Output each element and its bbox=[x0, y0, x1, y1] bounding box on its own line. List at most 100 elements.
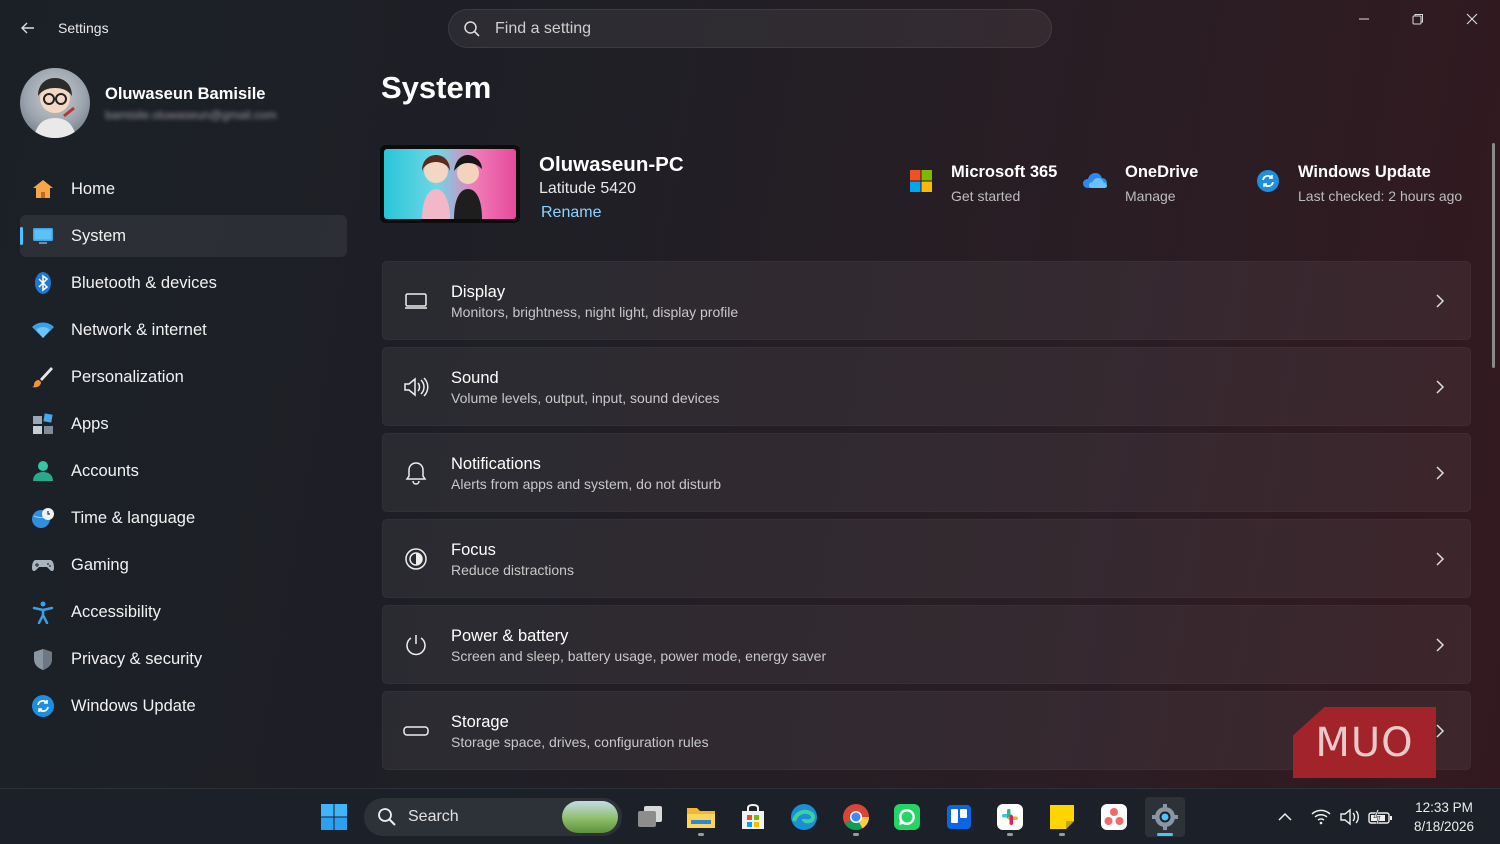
chrome-icon bbox=[843, 804, 870, 831]
settings-search[interactable] bbox=[448, 9, 1052, 48]
rename-link[interactable]: Rename bbox=[541, 204, 601, 222]
search-icon bbox=[378, 808, 396, 826]
chevron-right-icon bbox=[1432, 634, 1448, 656]
sticky-notes-button[interactable] bbox=[1042, 797, 1082, 837]
brush-icon bbox=[30, 364, 56, 390]
running-indicator bbox=[1059, 833, 1065, 836]
sidebar-item-label: Gaming bbox=[71, 555, 129, 574]
app-title: Settings bbox=[58, 20, 109, 36]
muo-watermark: MUO bbox=[1293, 707, 1436, 778]
card-subtitle: Screen and sleep, battery usage, power m… bbox=[451, 648, 827, 664]
store-button[interactable] bbox=[733, 797, 773, 837]
chrome-button[interactable] bbox=[836, 797, 876, 837]
file-explorer-icon bbox=[687, 808, 715, 828]
quick-link-title: Microsoft 365 bbox=[951, 163, 1058, 181]
close-button[interactable] bbox=[1445, 0, 1499, 38]
edge-icon bbox=[791, 804, 817, 830]
slack-icon bbox=[997, 804, 1023, 830]
file-explorer-button[interactable] bbox=[681, 797, 721, 837]
taskbar-clock[interactable]: 12:33 PM 8/18/2026 bbox=[1400, 798, 1488, 836]
close-icon bbox=[1466, 13, 1478, 25]
quick-link-subtitle: Last checked: 2 hours ago bbox=[1298, 188, 1463, 204]
chevron-right-icon bbox=[1432, 290, 1448, 312]
battery-status[interactable] bbox=[1363, 797, 1399, 837]
asana-button[interactable] bbox=[1094, 797, 1134, 837]
sidebar-item-bluetooth[interactable]: Bluetooth & devices bbox=[20, 262, 347, 304]
minimize-icon bbox=[1359, 18, 1369, 20]
sidebar-item-windows-update[interactable]: Windows Update bbox=[20, 685, 347, 727]
sidebar-item-gaming[interactable]: Gaming bbox=[20, 544, 347, 586]
card-display[interactable]: Display Monitors, brightness, night ligh… bbox=[382, 261, 1471, 340]
card-title: Focus bbox=[451, 541, 496, 559]
sidebar-item-label: Home bbox=[71, 179, 116, 198]
chevron-right-icon bbox=[1432, 462, 1448, 484]
card-notifications[interactable]: Notifications Alerts from apps and syste… bbox=[382, 433, 1471, 512]
user-profile[interactable]: Oluwaseun Bamisile bamisile.oluwaseun@gm… bbox=[20, 68, 340, 140]
sidebar-item-label: Personalization bbox=[71, 367, 184, 386]
start-button[interactable] bbox=[314, 797, 354, 837]
quick-link-onedrive[interactable]: OneDrive Manage bbox=[1082, 160, 1242, 210]
card-subtitle: Monitors, brightness, night light, displ… bbox=[451, 304, 739, 320]
sidebar-item-apps[interactable]: Apps bbox=[20, 403, 347, 445]
cloud-icon bbox=[1082, 168, 1108, 194]
whatsapp-button[interactable] bbox=[887, 797, 927, 837]
windows-logo-icon bbox=[321, 804, 347, 830]
avatar[interactable] bbox=[20, 68, 90, 138]
microsoft-logo-icon bbox=[908, 168, 934, 194]
sidebar-item-time-language[interactable]: Time & language bbox=[20, 497, 347, 539]
scrollbar-thumb[interactable] bbox=[1492, 143, 1495, 368]
card-focus[interactable]: Focus Reduce distractions bbox=[382, 519, 1471, 598]
bell-icon bbox=[403, 460, 429, 486]
task-view-button[interactable] bbox=[630, 797, 670, 837]
sidebar-item-accounts[interactable]: Accounts bbox=[20, 450, 347, 492]
settings-list: Display Monitors, brightness, night ligh… bbox=[382, 261, 1471, 777]
shield-icon bbox=[30, 646, 56, 672]
back-button[interactable] bbox=[14, 14, 42, 42]
taskbar-search[interactable]: Search bbox=[364, 798, 622, 836]
sidebar-item-label: Windows Update bbox=[71, 696, 196, 715]
slack-button[interactable] bbox=[990, 797, 1030, 837]
card-sound[interactable]: Sound Volume levels, output, input, soun… bbox=[382, 347, 1471, 426]
sidebar-item-label: Time & language bbox=[71, 508, 196, 527]
quick-link-subtitle: Manage bbox=[1125, 188, 1176, 204]
gamepad-icon bbox=[30, 552, 56, 578]
card-power-battery[interactable]: Power & battery Screen and sleep, batter… bbox=[382, 605, 1471, 684]
trello-button[interactable] bbox=[939, 797, 979, 837]
minimize-button[interactable] bbox=[1337, 0, 1391, 38]
edge-button[interactable] bbox=[784, 797, 824, 837]
show-hidden-icons-button[interactable] bbox=[1265, 797, 1305, 837]
asana-icon bbox=[1101, 804, 1127, 830]
settings-taskbar-button[interactable] bbox=[1145, 797, 1185, 837]
bluetooth-icon bbox=[30, 270, 56, 296]
sidebar-item-privacy[interactable]: Privacy & security bbox=[20, 638, 347, 680]
sidebar-item-label: System bbox=[71, 226, 127, 245]
store-icon bbox=[742, 803, 764, 829]
page-title: System bbox=[381, 70, 492, 105]
profile-name: Oluwaseun Bamisile bbox=[105, 85, 266, 103]
device-thumbnail bbox=[380, 145, 520, 223]
sidebar-item-personalization[interactable]: Personalization bbox=[20, 356, 347, 398]
title-bar: Settings bbox=[0, 0, 1500, 58]
sidebar-item-accessibility[interactable]: Accessibility bbox=[20, 591, 347, 633]
sidebar-item-system[interactable]: System bbox=[20, 215, 347, 257]
sidebar-item-label: Network & internet bbox=[71, 320, 207, 339]
sidebar-item-label: Accessibility bbox=[71, 602, 161, 621]
back-arrow-icon bbox=[21, 22, 34, 34]
clock-date: 8/18/2026 bbox=[1413, 819, 1475, 834]
quick-link-microsoft-365[interactable]: Microsoft 365 Get started bbox=[908, 160, 1078, 210]
running-indicator bbox=[853, 833, 859, 836]
sidebar-item-label: Privacy & security bbox=[71, 649, 203, 668]
wifi-icon bbox=[30, 317, 56, 343]
accessibility-icon bbox=[30, 599, 56, 625]
sidebar-item-network[interactable]: Network & internet bbox=[20, 309, 347, 351]
quick-link-windows-update[interactable]: Windows Update Last checked: 2 hours ago bbox=[1255, 160, 1470, 210]
restore-button[interactable] bbox=[1391, 0, 1445, 38]
sidebar-item-home[interactable]: Home bbox=[20, 168, 347, 210]
sync-icon bbox=[1255, 168, 1281, 194]
search-input[interactable] bbox=[495, 19, 1015, 38]
quick-link-subtitle: Get started bbox=[951, 188, 1021, 204]
chevron-right-icon bbox=[1432, 376, 1448, 398]
globe-clock-icon bbox=[30, 505, 56, 531]
sync-icon bbox=[30, 693, 56, 719]
display-icon bbox=[403, 288, 429, 314]
